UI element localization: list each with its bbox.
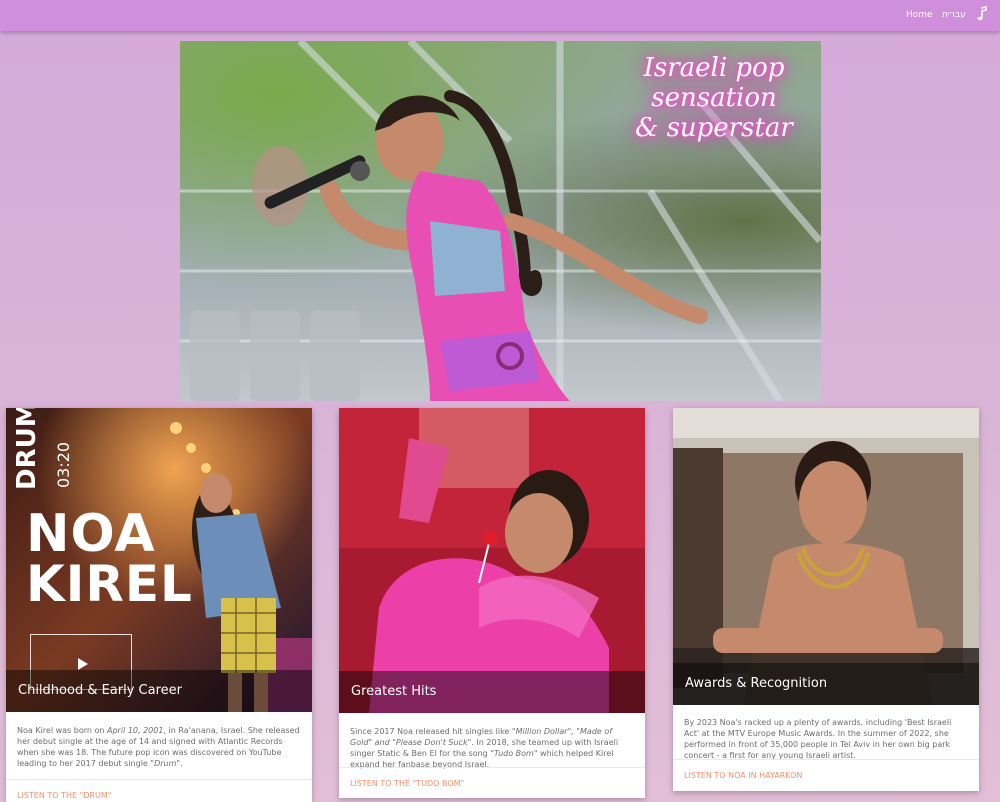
top-navbar: Home עברית <box>0 0 1000 31</box>
card-body-text: Noa Kirel was born on April 10, 2001, in… <box>17 726 300 768</box>
poster-name-last: KIREL <box>26 555 193 613</box>
card-image-hits[interactable]: Greatest Hits <box>339 408 645 713</box>
card-greatest-hits: Greatest Hits Since 2017 Noa released hi… <box>339 408 645 798</box>
card-photo-hits <box>339 408 645 713</box>
card-body-text: By 2023 Noa's racked up a plenty of awar… <box>684 718 952 760</box>
hero-lettering-line1: Israeli pop sensation <box>643 53 785 113</box>
card-divider <box>6 779 312 780</box>
card-link-listen-hayarkon[interactable]: LISTEN TO NOA IN HAYARKON <box>684 771 802 780</box>
card-caption: Awards & Recognition <box>673 663 979 705</box>
card-body-text: Since 2017 Noa released hit singles like… <box>350 727 619 769</box>
card-divider <box>673 759 979 760</box>
card-image-drum[interactable]: DRUM 03:20 NOA KIREL Childhood & Early C… <box>6 408 312 712</box>
nav-link-hebrew[interactable]: עברית <box>942 10 966 20</box>
card-link-listen-tudo-bom[interactable]: LISTEN TO THE "TUDO BOM" <box>350 779 464 788</box>
music-note-icon[interactable] <box>975 6 989 22</box>
card-photo-awards <box>673 408 979 705</box>
card-caption: Greatest Hits <box>339 671 645 713</box>
card-link-listen-drum[interactable]: LISTEN TO THE "DRUM" <box>17 791 111 800</box>
card-childhood: DRUM 03:20 NOA KIREL Childhood & Early C… <box>6 408 312 802</box>
card-divider <box>339 767 645 768</box>
card-caption: Childhood & Early Career <box>6 670 312 712</box>
hero-lettering-line2: & superstar <box>635 113 793 143</box>
poster-title-drum: DRUM <box>12 408 42 490</box>
hero-banner: Israeli pop sensation & superstar <box>180 41 821 401</box>
card-awards: Awards & Recognition By 2023 Noa's racke… <box>673 408 979 791</box>
card-image-awards[interactable]: Awards & Recognition <box>673 408 979 705</box>
poster-duration: 03:20 <box>54 441 73 488</box>
nav-link-home[interactable]: Home <box>906 10 933 20</box>
poster-name-first: NOA <box>26 504 156 564</box>
hero-neon-lettering: Israeli pop sensation & superstar <box>607 53 821 143</box>
